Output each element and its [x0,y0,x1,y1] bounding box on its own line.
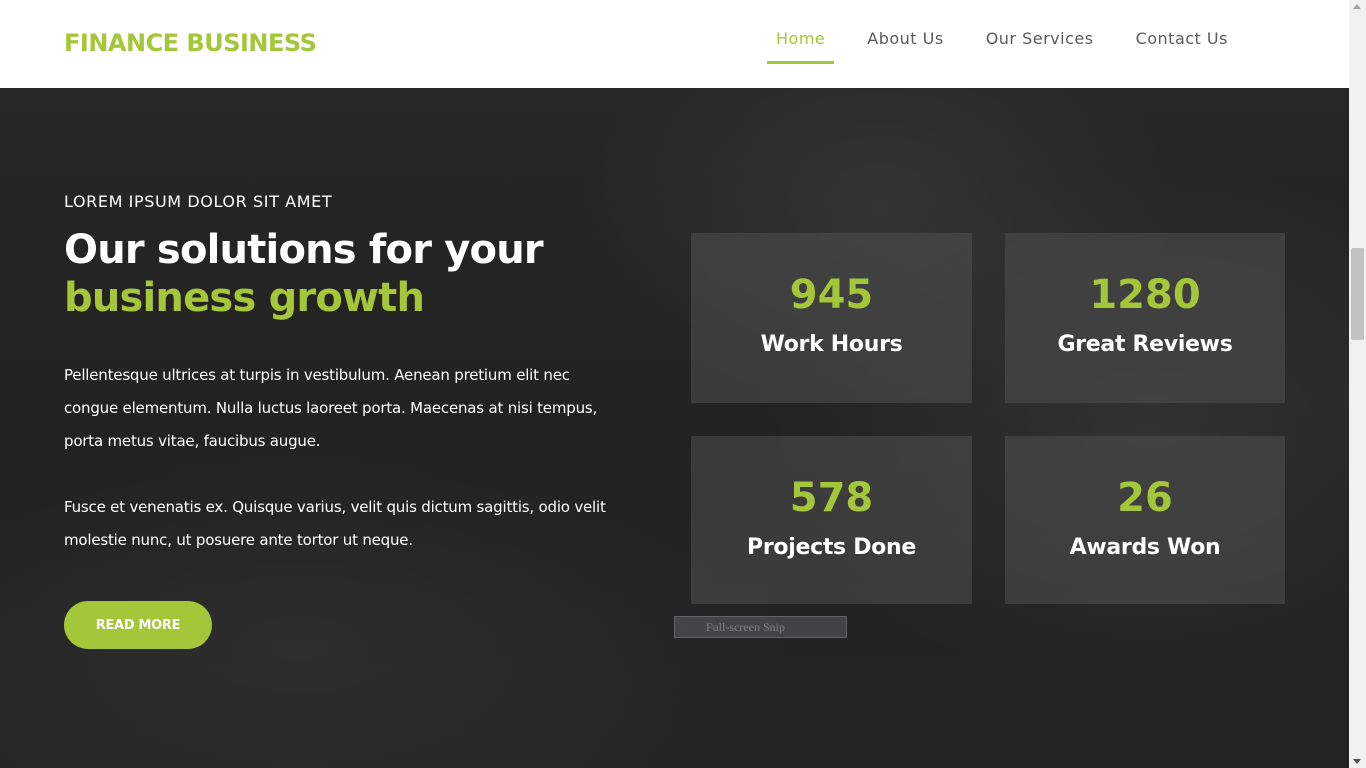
stat-value: 578 [789,475,874,521]
stat-label: Great Reviews [1057,332,1233,357]
hero-kicker: LOREM IPSUM DOLOR SIT AMET [64,192,333,211]
stat-label: Awards Won [1069,535,1221,560]
scrollbar-thumb[interactable] [1351,248,1364,340]
main-nav: Home About Us Our Services Contact Us [767,0,1261,88]
site-header: FINANCE BUSINESS Home About Us Our Servi… [0,0,1349,88]
nav-item-home[interactable]: Home [767,0,835,88]
nav-item-about-us[interactable]: About Us [858,0,952,88]
scroll-up-arrow-icon[interactable] [1353,4,1361,9]
hero-section: LOREM IPSUM DOLOR SIT AMET Our solutions… [0,88,1349,768]
headline-line-1: Our solutions for your [64,227,544,273]
nav-item-contact-us[interactable]: Contact Us [1127,0,1237,88]
scroll-down-arrow-icon[interactable] [1353,759,1361,764]
headline-line-2: business growth [64,275,425,321]
page-scrollbar[interactable] [1349,0,1366,768]
snip-tooltip-overlay: Full-screen Snip [674,616,847,638]
hero-headline: Our solutions for your business growth [64,226,544,322]
stat-value: 945 [789,272,874,318]
stat-card-projects-done: 578 Projects Done [691,436,972,604]
nav-item-our-services[interactable]: Our Services [977,0,1103,88]
stat-card-awards-won: 26 Awards Won [1005,436,1285,604]
read-more-button[interactable]: READ MORE [64,601,212,649]
site-logo[interactable]: FINANCE BUSINESS [64,29,317,57]
stat-card-great-reviews: 1280 Great Reviews [1005,233,1285,403]
stat-label: Work Hours [760,332,903,357]
stat-value: 26 [1117,475,1173,521]
stat-card-work-hours: 945 Work Hours [691,233,972,403]
hero-paragraph-2: Fusce et venenatis ex. Quisque varius, v… [64,498,606,549]
hero-paragraph-1: Pellentesque ultrices at turpis in vesti… [64,366,598,450]
stat-value: 1280 [1089,272,1201,318]
stat-label: Projects Done [747,535,916,560]
